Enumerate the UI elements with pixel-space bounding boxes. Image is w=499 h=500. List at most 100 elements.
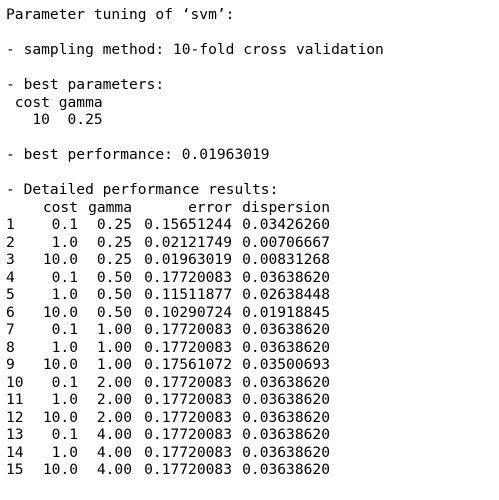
row-index-cell: 13 (6, 426, 24, 443)
row-index-cell: 4 (6, 268, 15, 286)
row-index-cell: 15 (6, 461, 24, 478)
row-index-cell: 5 (6, 286, 15, 303)
cost-cell: 0.1 (51, 216, 78, 233)
row-index-cell: 7 (6, 321, 15, 338)
gamma-cell: 1.00 (96, 338, 132, 356)
table-row: 14 1.0 4.00 0.17720083 0.03638620 (6, 444, 330, 462)
cost-cell: 1.0 (51, 391, 78, 408)
gamma-cell: 0.25 (96, 216, 132, 233)
error-cell: 0.17561072 (144, 356, 232, 373)
error-cell: 0.01963019 (144, 251, 232, 268)
error-cell: 0.02121749 (144, 233, 232, 251)
error-column-header: error (188, 198, 232, 216)
dispersion-cell: 0.01918845 (242, 303, 330, 321)
row-index-cell: 2 (6, 233, 15, 251)
best-parameters-label: - best parameters: (6, 76, 165, 93)
error-cell: 0.11511877 (144, 286, 232, 303)
cost-cell: 10.0 (42, 356, 78, 373)
dispersion-cell: 0.03638620 (242, 461, 330, 478)
dispersion-cell: 0.00831268 (242, 251, 330, 268)
row-index-header (6, 199, 24, 217)
cost-cell: 0.1 (51, 321, 78, 338)
error-cell: 0.17720083 (144, 426, 232, 443)
cost-column-header: cost (42, 198, 78, 216)
cost-cell: 0.1 (51, 373, 78, 391)
row-index-cell: 12 (6, 408, 24, 426)
error-cell: 0.17720083 (144, 321, 232, 338)
row-index-cell: 9 (6, 356, 15, 373)
cost-cell: 0.1 (51, 268, 78, 286)
table-row: 6 10.0 0.50 0.10290724 0.01918845 (6, 304, 330, 322)
gamma-cell: 0.25 (96, 233, 132, 251)
gamma-cell: 4.00 (96, 461, 132, 478)
dispersion-cell: 0.03638620 (242, 321, 330, 338)
gamma-cell: 0.25 (96, 251, 132, 268)
row-index-cell: 6 (6, 303, 15, 321)
dispersion-cell: 0.03638620 (242, 408, 330, 426)
row-index-cell: 11 (6, 391, 24, 408)
dispersion-cell: 0.03638620 (242, 338, 330, 356)
gamma-cell: 4.00 (96, 443, 132, 461)
gamma-cell: 2.00 (96, 391, 132, 408)
error-cell: 0.17720083 (144, 443, 232, 461)
dispersion-cell: 0.03638620 (242, 391, 330, 408)
best-parameters-header: cost gamma (6, 93, 103, 111)
error-cell: 0.17720083 (144, 338, 232, 356)
cost-cell: 1.0 (51, 338, 78, 356)
row-index-cell: 1 (6, 216, 15, 233)
sampling-method-line: - sampling method: 10-fold cross validat… (6, 41, 384, 58)
gamma-cell: 0.50 (96, 303, 132, 321)
dispersion-cell: 0.02638448 (242, 286, 330, 303)
table-row: 4 0.1 0.50 0.17720083 0.03638620 (6, 269, 330, 287)
table-row: 9 10.0 1.00 0.17561072 0.03500693 (6, 356, 330, 374)
table-row: 7 0.1 1.00 0.17720083 0.03638620 (6, 321, 330, 339)
detailed-results-label: - Detailed performance results: (6, 181, 279, 198)
table-row: 15 10.0 4.00 0.17720083 0.03638620 (6, 461, 330, 479)
cost-cell: 1.0 (51, 286, 78, 303)
cost-cell: 1.0 (51, 443, 78, 461)
dispersion-cell: 0.03638620 (242, 443, 330, 461)
row-index-cell: 10 (6, 373, 24, 391)
gamma-column-header: gamma (88, 198, 132, 216)
error-cell: 0.10290724 (144, 303, 232, 321)
best-parameters-values: 10 0.25 (6, 111, 103, 128)
table-row: 13 0.1 4.00 0.17720083 0.03638620 (6, 426, 330, 444)
cost-cell: 10.0 (42, 408, 78, 426)
table-row: 1 0.1 0.25 0.15651244 0.03426260 (6, 216, 330, 234)
cost-cell: 0.1 (51, 426, 78, 443)
row-index-cell: 3 (6, 251, 15, 268)
error-cell: 0.17720083 (144, 391, 232, 408)
dispersion-cell: 0.03426260 (242, 216, 330, 233)
table-row: 2 1.0 0.25 0.02121749 0.00706667 (6, 234, 330, 252)
cost-cell: 10.0 (42, 251, 78, 268)
table-row: 10 0.1 2.00 0.17720083 0.03638620 (6, 374, 330, 392)
gamma-cell: 2.00 (96, 373, 132, 391)
error-cell: 0.17720083 (144, 373, 232, 391)
error-cell: 0.17720083 (144, 408, 232, 426)
performance-results-table: cost gamma error dispersion 1 0.1 0.25 0.1 5… (6, 199, 330, 479)
table-row: 11 1.0 2.00 0.17720083 0.03638620 (6, 391, 330, 409)
dispersion-cell: 0.03638620 (242, 373, 330, 391)
row-index-cell: 8 (6, 338, 15, 356)
results-header-row: cost gamma error dispersion (6, 199, 330, 217)
cost-cell: 10.0 (42, 303, 78, 321)
best-performance-line: - best performance: 0.01963019 (6, 146, 270, 163)
gamma-cell: 1.00 (96, 356, 132, 373)
tuning-heading: Parameter tuning of ‘svm’: (6, 6, 235, 23)
table-row: 5 1.0 0.50 0.11511877 0.02638448 (6, 286, 330, 304)
gamma-cell: 2.00 (96, 408, 132, 426)
console-output: Parameter tuning of ‘svm’: - sampling me… (6, 6, 494, 479)
error-cell: 0.17720083 (144, 268, 232, 286)
gamma-cell: 4.00 (96, 426, 132, 443)
error-cell: 0.17720083 (144, 461, 232, 478)
dispersion-cell: 0.03638620 (242, 426, 330, 443)
dispersion-column-header: dispersion (242, 198, 330, 216)
table-row: 3 10.0 0.25 0.01963019 0.00831268 (6, 251, 330, 269)
dispersion-cell: 0.03638620 (242, 268, 330, 286)
cost-cell: 1.0 (51, 233, 78, 251)
table-row: 12 10.0 2.00 0.17720083 0.03638620 (6, 409, 330, 427)
gamma-cell: 1.00 (96, 321, 132, 338)
